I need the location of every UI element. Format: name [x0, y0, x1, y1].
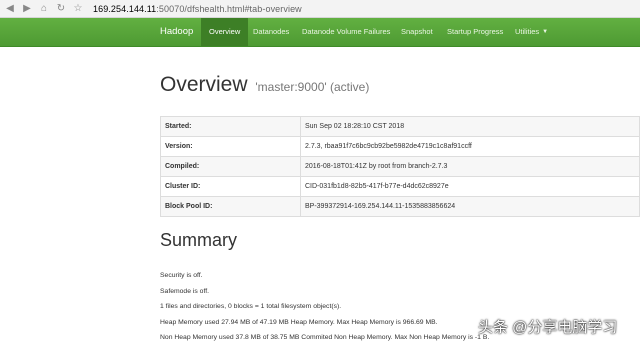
summary-title: Summary	[160, 230, 238, 250]
tab-datanode-volume-failures[interactable]: Datanode Volume Failures	[294, 18, 398, 46]
tab-utilities-label: Utilities	[515, 27, 540, 36]
row-key: Block Pool ID:	[160, 196, 301, 217]
back-arrow-icon[interactable]: ◀	[3, 2, 17, 16]
overview-title: Overview	[160, 73, 248, 96]
star-icon[interactable]: ☆	[71, 2, 85, 16]
url-host: 169.254.144.11	[93, 3, 157, 14]
url-path: :50070/dfshealth.html#tab-overview	[156, 3, 302, 14]
row-value: CID-031fb1d8-82b5-417f-b77e-d4dc62c8927e	[300, 176, 640, 197]
tab-utilities[interactable]: Utilities ▼	[507, 18, 556, 46]
summary-safemode: Safemode is off.	[160, 288, 209, 295]
tab-datanodes[interactable]: Datanodes	[245, 18, 297, 46]
tab-startup-progress[interactable]: Startup Progress	[439, 18, 511, 46]
top-navbar: Hadoop Overview Datanodes Datanode Volum…	[0, 18, 640, 47]
overview-table: Started: Sun Sep 02 18:28:10 CST 2018 Ve…	[160, 116, 640, 217]
brand-logo[interactable]: Hadoop	[160, 18, 193, 46]
summary-filesystem-objects: 1 files and directories, 0 blocks = 1 to…	[160, 303, 342, 310]
watermark: 头条 @分享电脑学习	[478, 319, 618, 336]
row-key: Cluster ID:	[160, 176, 301, 197]
page-title: Overview 'master:9000' (active)	[160, 73, 369, 97]
refresh-icon[interactable]: ↻	[54, 2, 68, 16]
table-row: Started: Sun Sep 02 18:28:10 CST 2018	[160, 116, 640, 137]
row-value: 2.7.3, rbaa91f7c6bc9cb92be5982de4719c1c8…	[300, 136, 640, 157]
summary-security: Security is off.	[160, 272, 203, 279]
tab-snapshot[interactable]: Snapshot	[393, 18, 441, 46]
table-row: Block Pool ID: BP-399372914-169.254.144.…	[160, 196, 640, 217]
browser-toolbar: ◀ ▶ ⌂ ↻ ☆ 169.254.144.11:50070/dfshealth…	[0, 0, 640, 18]
chevron-down-icon: ▼	[542, 29, 549, 36]
namenode-status: 'master:9000' (active)	[255, 80, 370, 94]
row-key: Version:	[160, 136, 301, 157]
summary-heap-memory: Heap Memory used 27.94 MB of 47.19 MB He…	[160, 319, 438, 326]
table-row: Version: 2.7.3, rbaa91f7c6bc9cb92be5982d…	[160, 136, 640, 157]
row-key: Compiled:	[160, 156, 301, 177]
row-value: BP-399372914-169.254.144.11-153588385662…	[300, 196, 640, 217]
row-key: Started:	[160, 116, 301, 137]
forward-arrow-icon[interactable]: ▶	[20, 2, 34, 16]
home-icon[interactable]: ⌂	[37, 2, 51, 16]
table-row: Compiled: 2016-08-18T01:41Z by root from…	[160, 156, 640, 177]
address-bar[interactable]: 169.254.144.11:50070/dfshealth.html#tab-…	[93, 4, 302, 14]
row-value: 2016-08-18T01:41Z by root from branch-2.…	[300, 156, 640, 177]
tab-overview[interactable]: Overview	[201, 18, 249, 46]
row-value: Sun Sep 02 18:28:10 CST 2018	[300, 116, 640, 137]
summary-non-heap-memory: Non Heap Memory used 37.8 MB of 38.75 MB…	[160, 334, 490, 341]
table-row: Cluster ID: CID-031fb1d8-82b5-417f-b77e-…	[160, 176, 640, 197]
